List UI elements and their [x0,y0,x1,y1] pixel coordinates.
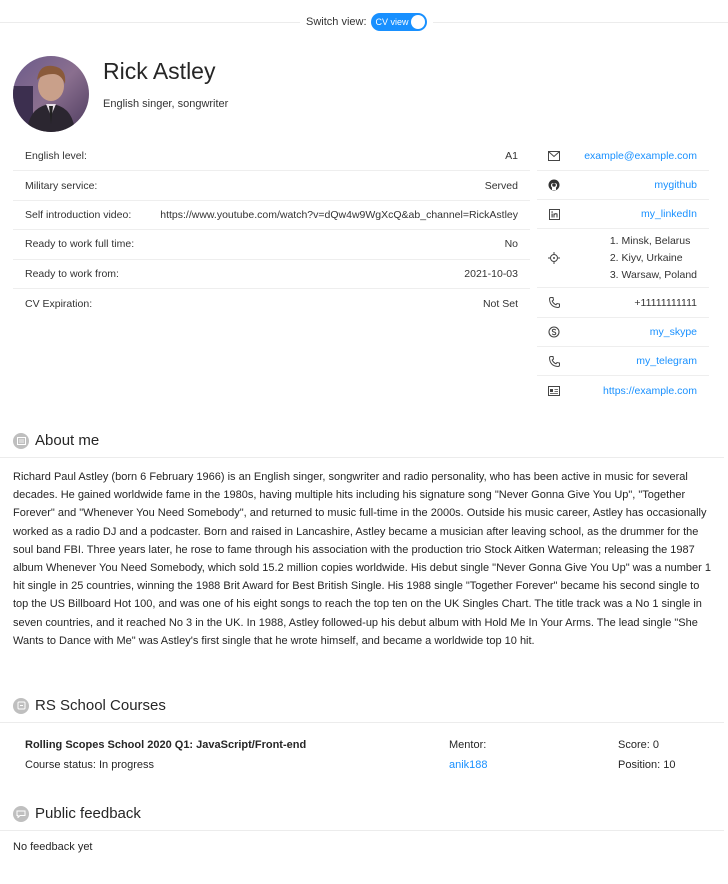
view-switch: Switch view: CV view [300,13,433,31]
courses-icon [13,697,29,714]
divider [0,457,724,458]
info-key: Military service: [25,179,98,192]
telegram-link[interactable]: my_telegram [636,355,697,367]
contact-telegram: my_telegram [537,347,709,376]
general-info-table: English level: A1 Military service: Serv… [13,142,530,318]
avatar [13,56,89,132]
profile-name: Rick Astley [103,58,216,84]
contact-email: example@example.com [537,142,709,171]
location-item: 2. Kiyv, Urkaine [609,251,683,264]
section-title: Public feedback [35,805,141,822]
email-link[interactable]: example@example.com [584,150,697,162]
feedback-icon [13,805,29,822]
course-status: Course status: In progress [25,759,155,771]
location-list: 1. Minsk, Belarus 2. Kiyv, Urkaine 3. Wa… [610,233,697,284]
info-row-full-time: Ready to work full time: No [13,230,530,260]
location-item: 3. Warsaw, Poland [609,268,697,281]
course-score: Score: 0 [618,739,659,751]
contact-website: https://example.com [537,376,709,405]
view-switch-bar: Switch view: CV view [0,0,728,44]
about-icon [13,432,29,449]
course-position: Position: 10 [618,759,676,771]
website-link[interactable]: https://example.com [603,385,697,397]
section-title: About me [35,432,100,449]
feedback-section-header: Public feedback [13,805,141,822]
feedback-empty-text: No feedback yet [13,841,93,853]
profile-headline: English singer, songwriter [103,98,229,110]
linkedin-icon [547,207,561,221]
info-value: 2021-10-03 [464,267,518,280]
courses-section-header: RS School Courses [13,697,166,714]
info-key: English level: [25,150,87,163]
github-link[interactable]: mygithub [654,179,697,191]
skype-link[interactable]: my_skype [650,326,697,338]
mentor-link[interactable]: anik188 [449,759,488,771]
contact-locations: 1. Minsk, Belarus 2. Kiyv, Urkaine 3. Wa… [537,229,709,288]
contact-skype: my_skype [537,318,709,347]
info-value: No [504,238,518,251]
location-icon [547,251,561,265]
about-text: Richard Paul Astley (born 6 February 196… [13,471,711,647]
telegram-icon [547,354,561,368]
info-row-self-introduction-video: Self introduction video: https://www.you… [13,201,530,231]
info-row-military-service: Military service: Served [13,171,530,201]
section-title: RS School Courses [35,697,166,714]
linkedin-link[interactable]: my_linkedIn [641,208,697,220]
cv-view-toggle[interactable]: CV view [370,13,427,31]
contact-linkedin: my_linkedIn [537,200,709,229]
location-item: 1. Minsk, Belarus [609,234,691,247]
info-row-work-from: Ready to work from: 2021-10-03 [13,260,530,289]
website-icon [547,384,561,398]
toggle-label: CV view [375,17,409,27]
mail-icon [547,149,561,163]
info-value: Not Set [482,297,518,310]
course-item: Rolling Scopes School 2020 Q1: JavaScrip… [25,739,705,779]
info-value: A1 [505,150,518,163]
divider [0,722,724,723]
info-value: Served [484,179,518,192]
contacts-list: example@example.com mygithub my_linkedIn… [537,142,709,405]
skype-icon [547,325,561,339]
info-key: Ready to work from: [25,267,119,280]
phone-icon [547,296,561,310]
info-row-english-level: English level: A1 [13,142,530,172]
info-row-cv-expiration: CV Expiration: Not Set [13,289,530,318]
toggle-knob [410,15,425,29]
switch-view-label: Switch view: [306,16,367,28]
divider [0,830,724,831]
about-section-header: About me [13,432,99,449]
contact-github: mygithub [537,171,709,200]
course-name: Rolling Scopes School 2020 Q1: JavaScrip… [25,739,307,751]
mentor-label: Mentor: [449,739,487,751]
info-key: CV Expiration: [25,297,93,310]
info-key: Ready to work full time: [25,238,135,251]
contact-phone: +11111111111 [537,288,709,318]
phone-number: +11111111111 [634,296,697,309]
github-icon [547,178,561,192]
info-key: Self introduction video: [25,208,132,221]
video-link[interactable]: https://www.youtube.com/watch?v=dQw4w9Wg… [160,209,518,221]
